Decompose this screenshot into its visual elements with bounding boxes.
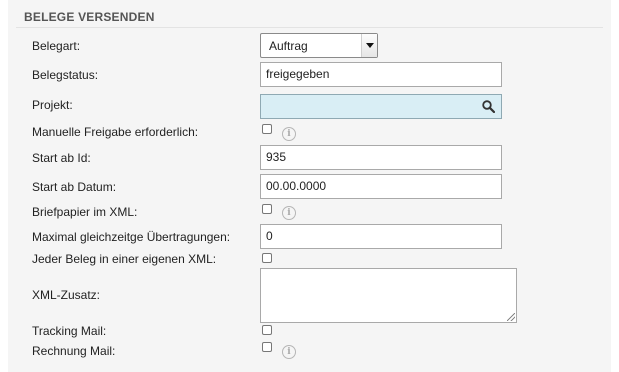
section-divider: [16, 27, 603, 28]
start-ab-id-input[interactable]: 935: [260, 145, 502, 170]
manuelle-freigabe-checkbox[interactable]: [262, 124, 272, 134]
chevron-down-icon[interactable]: [361, 34, 377, 57]
section-title: BELEGE VERSENDEN: [24, 10, 155, 24]
tracking-mail-checkbox[interactable]: [262, 325, 272, 335]
info-icon[interactable]: i: [282, 127, 296, 141]
start-ab-datum-label: Start ab Datum:: [32, 180, 117, 194]
tracking-mail-label: Tracking Mail:: [32, 324, 107, 338]
jeder-beleg-checkbox[interactable]: [262, 253, 272, 263]
briefpapier-label: Briefpapier im XML:: [32, 205, 138, 219]
belegart-select[interactable]: Auftrag: [260, 33, 378, 58]
xml-zusatz-textarea[interactable]: [260, 268, 517, 323]
start-ab-id-label: Start ab Id:: [32, 151, 91, 165]
rechnung-mail-checkbox[interactable]: [262, 342, 272, 352]
resize-handle-icon[interactable]: [507, 313, 515, 321]
info-icon[interactable]: i: [282, 345, 296, 359]
briefpapier-checkbox[interactable]: [262, 204, 272, 214]
belegstatus-input[interactable]: freigegeben: [260, 62, 502, 87]
projekt-label: Projekt:: [32, 98, 73, 112]
belegart-selected-value: Auftrag: [269, 39, 308, 53]
belegstatus-label: Belegstatus:: [32, 68, 99, 82]
settings-panel: BELEGE VERSENDEN Belegart: Auftrag Beleg…: [8, 0, 611, 372]
start-ab-datum-input[interactable]: 00.00.0000: [260, 174, 502, 199]
xml-zusatz-label: XML-Zusatz:: [32, 288, 101, 302]
belegart-label: Belegart:: [32, 39, 81, 53]
manuelle-freigabe-label: Manuelle Freigabe erforderlich:: [32, 125, 199, 139]
search-icon[interactable]: [482, 100, 495, 113]
jeder-beleg-label: Jeder Beleg in einer eigenen XML:: [32, 252, 217, 266]
info-icon[interactable]: i: [282, 206, 296, 220]
rechnung-mail-label: Rechnung Mail:: [32, 344, 116, 358]
projekt-input[interactable]: [260, 94, 502, 119]
maximal-uebertragungen-label: Maximal gleichzeitge Übertragungen:: [32, 230, 231, 244]
maximal-uebertragungen-input[interactable]: 0: [260, 224, 502, 249]
